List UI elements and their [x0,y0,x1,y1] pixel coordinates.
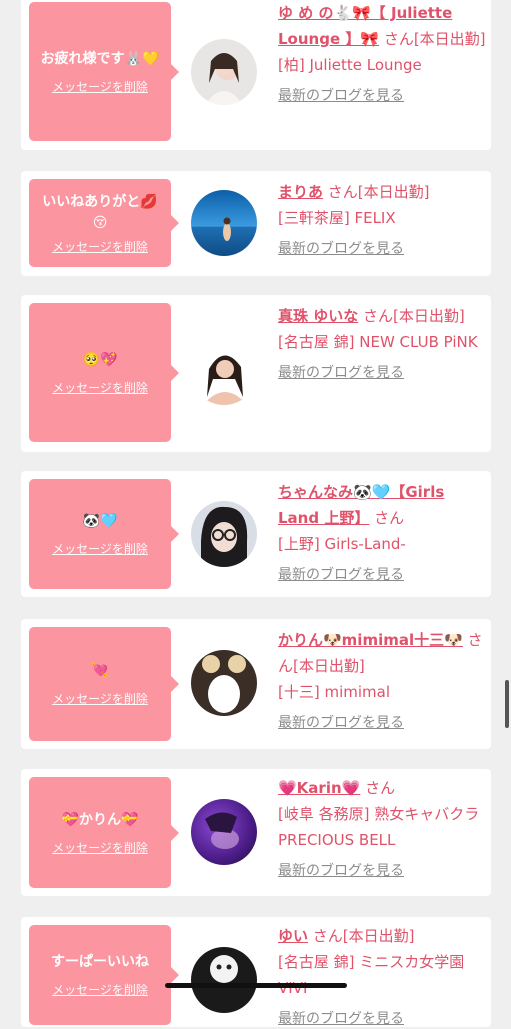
message-text: 🐼🩵 [82,513,118,529]
message-text: 🥺💖 [82,351,118,368]
avatar[interactable] [191,190,257,256]
profile-info: 真珠 ゆいな さん[本日出勤] [名古屋 錦] NEW CLUB PiNK 最新… [278,303,486,383]
shop-name: [三軒茶屋] FELIX [278,209,396,227]
shop-name: [柏] Juliette Lounge [278,56,422,74]
profile-info: ちゃんなみ🐼🩵【Girls Land 上野】 さん [上野] Girls-Lan… [278,479,486,585]
profile-name-link[interactable]: 💗Karin💗 [278,779,360,797]
masked-portrait-icon [202,655,246,713]
name-suffix: さん[本日出勤] [312,927,415,945]
message-card: いいねありがと💋😚 メッセージを削除 まりあ さん[本日出勤] [三軒茶屋] F… [21,171,491,276]
profile-info: かりん🐶mimimal十三🐶 さん[本日出勤] [十三] mimimal 最新の… [278,627,486,733]
home-indicator[interactable] [165,983,347,988]
message-card: お疲れ様です🐰💛 メッセージを削除 ゆ め の🐇🎀【 Juliette Loun… [21,0,491,150]
woman-portrait-icon [205,53,243,105]
delete-message-link[interactable]: メッセージを削除 [52,238,148,255]
profile-name-link[interactable]: まりあ [278,183,323,201]
profile-info: ゆい さん[本日出勤] [名古屋 錦] ミニスカ女学園VIVI 最新のブログを見… [278,923,486,1029]
cat-portrait-icon [210,955,238,983]
delete-message-link[interactable]: メッセージを削除 [52,78,148,95]
purple-portrait-icon [205,812,239,849]
woman-portrait-icon [203,355,247,405]
message-bubble: 💝かりん💝 メッセージを削除 [29,777,179,888]
message-bubble: お疲れ様です🐰💛 メッセージを削除 [29,2,179,141]
message-card: 🐼🩵 メッセージを削除 ちゃんなみ🐼🩵【Girls Land 上野】 さん [上… [21,471,491,597]
beach-photo-icon [223,217,231,241]
delete-message-link[interactable]: メッセージを削除 [52,839,148,856]
delete-message-link[interactable]: メッセージを削除 [52,981,148,998]
delete-message-link[interactable]: メッセージを削除 [52,540,148,557]
latest-blog-link[interactable]: 最新のブログを見る [278,86,486,106]
message-bubble: 🥺💖 メッセージを削除 [29,303,179,442]
profile-info: まりあ さん[本日出勤] [三軒茶屋] FELIX 最新のブログを見る [278,179,486,259]
profile-name-link[interactable]: ゆい [278,927,308,945]
profile-info: ゆ め の🐇🎀【 Juliette Lounge 】🎀 さん[本日出勤] [柏]… [278,0,486,106]
delete-message-link[interactable]: メッセージを削除 [52,379,148,396]
avatar[interactable] [191,799,257,865]
latest-blog-link[interactable]: 最新のブログを見る [278,861,486,881]
latest-blog-link[interactable]: 最新のブログを見る [278,713,486,733]
message-bubble: 🐼🩵 メッセージを削除 [29,479,179,589]
latest-blog-link[interactable]: 最新のブログを見る [278,363,486,383]
name-suffix: さん [374,509,405,527]
message-text: 💝かりん💝 [61,811,139,828]
message-text: いいねありがと💋😚 [42,193,158,231]
name-suffix: さん[本日出勤] [383,30,486,48]
message-card: すーぱーいいね メッセージを削除 ゆい さん[本日出勤] [名古屋 錦] ミニス… [21,917,491,1027]
message-card: 🥺💖 メッセージを削除 真珠 ゆいな さん[本日出勤] [名古屋 錦] NEW … [21,295,491,452]
avatar[interactable] [191,39,257,105]
message-text: お疲れ様です🐰💛 [40,50,160,67]
name-suffix: さん[本日出勤] [363,307,465,325]
avatar[interactable] [191,501,257,567]
profile-name-link[interactable]: かりん🐶mimimal十三🐶 [278,631,463,649]
message-text: 💘 [91,663,109,679]
shop-name: [名古屋 錦] ミニスカ女学園VIVI [278,953,465,997]
scrollbar-thumb[interactable] [505,680,509,728]
message-bubble: いいねありがと💋😚 メッセージを削除 [29,179,179,267]
name-suffix: さん[本日出勤] [327,183,430,201]
profile-name-link[interactable]: ちゃんなみ🐼🩵【Girls Land 上野】 [278,483,444,527]
shop-name: [上野] Girls-Land- [278,535,406,553]
message-bubble: 💘 メッセージを削除 [29,627,179,741]
delete-message-link[interactable]: メッセージを削除 [52,690,148,707]
name-suffix: さん [365,779,396,797]
message-text: すーぱーいいね [51,954,149,970]
latest-blog-link[interactable]: 最新のブログを見る [278,239,486,259]
message-card: 💝かりん💝 メッセージを削除 💗Karin💗 さん [岐阜 各務原] 熟女キャバ… [21,769,491,896]
avatar[interactable] [191,947,257,1013]
profile-name-link[interactable]: 真珠 ゆいな [278,307,358,325]
shop-name: [名古屋 錦] NEW CLUB PiNK [278,333,478,351]
message-card: 💘 メッセージを削除 かりん🐶mimimal十三🐶 さん[本日出勤] [十三] … [21,619,491,749]
shop-name: [十三] mimimal [278,683,391,701]
profile-info: 💗Karin💗 さん [岐阜 各務原] 熟女キャバクラ PRECIOUS BEL… [278,775,486,881]
latest-blog-link[interactable]: 最新のブログを見る [278,565,486,585]
latest-blog-link[interactable]: 最新のブログを見る [278,1009,486,1029]
message-bubble: すーぱーいいね メッセージを削除 [29,925,179,1025]
avatar[interactable] [191,339,257,405]
avatar[interactable] [191,650,257,716]
woman-glasses-icon [201,506,248,567]
shop-name: [岐阜 各務原] 熟女キャバクラ PRECIOUS BELL [278,805,480,849]
